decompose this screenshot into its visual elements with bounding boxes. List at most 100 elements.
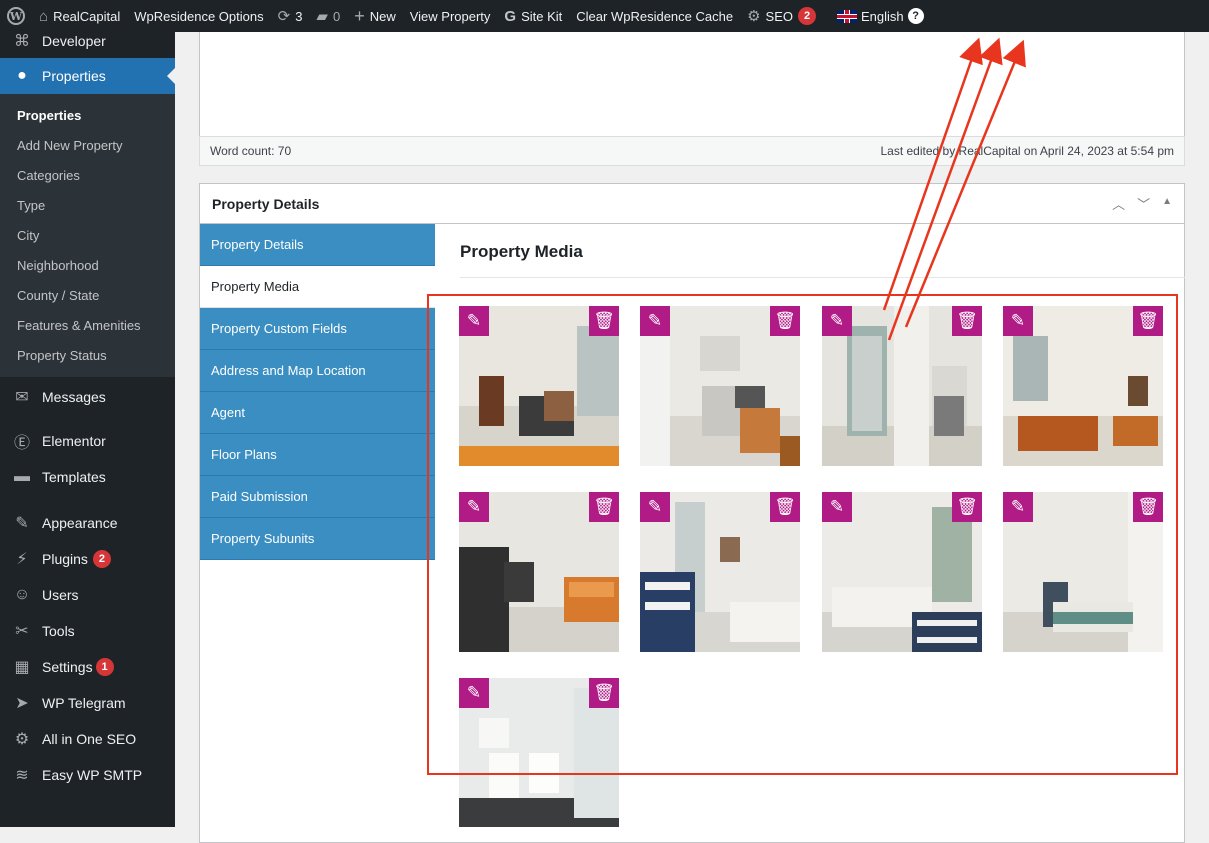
menu-users[interactable]: ☺ Users	[0, 577, 175, 613]
delete-image-button[interactable]: 🗑	[1133, 492, 1163, 522]
gallery-image[interactable]: ✎ 🗑	[640, 306, 800, 466]
clear-cache-link[interactable]: Clear WpResidence Cache	[569, 0, 740, 32]
tab-property-custom-fields[interactable]: Property Custom Fields	[200, 308, 435, 350]
tab-agent[interactable]: Agent	[200, 392, 435, 434]
gallery-image[interactable]: ✎ 🗑	[640, 492, 800, 652]
submenu-type[interactable]: Type	[0, 191, 175, 221]
edit-image-button[interactable]: ✎	[459, 678, 489, 708]
trash-icon: 🗑	[1137, 497, 1159, 516]
submenu-city[interactable]: City	[0, 221, 175, 251]
menu-tools-label: Tools	[42, 623, 75, 639]
delete-image-button[interactable]: 🗑	[589, 678, 619, 708]
menu-easy-wp-smtp[interactable]: ≋ Easy WP SMTP	[0, 757, 175, 793]
wp-logo-menu[interactable]: W	[0, 0, 32, 32]
seo-menu[interactable]: ⚙ SEO 2	[740, 0, 823, 32]
wpresidence-options-link[interactable]: WpResidence Options	[127, 0, 270, 32]
menu-developer[interactable]: ⌘ Developer	[0, 30, 175, 52]
tab-paid-submission[interactable]: Paid Submission	[200, 476, 435, 518]
metabox-controls: ︿ ﹀ ▲	[1112, 194, 1172, 213]
menu-aioseo[interactable]: ⚙ All in One SEO	[0, 721, 175, 757]
user-icon: ☺	[13, 586, 31, 603]
updates-link[interactable]: ⟳ 3	[271, 0, 310, 32]
telegram-icon: ➤	[15, 695, 29, 712]
seo-badge: 2	[798, 7, 816, 25]
edit-image-button[interactable]: ✎	[1003, 492, 1033, 522]
delete-image-button[interactable]: 🗑	[770, 306, 800, 336]
collapse-icon[interactable]: ▲	[1162, 196, 1172, 213]
wpresidence-options-label: WpResidence Options	[134, 8, 264, 24]
gallery-image[interactable]: ✎ 🗑	[822, 306, 982, 466]
submenu-neighborhood[interactable]: Neighborhood	[0, 251, 175, 281]
metabox-header: Property Details ︿ ﹀ ▲	[200, 184, 1184, 224]
delete-image-button[interactable]: 🗑	[952, 306, 982, 336]
delete-image-button[interactable]: 🗑	[589, 492, 619, 522]
edit-image-button[interactable]: ✎	[459, 306, 489, 336]
delete-image-button[interactable]: 🗑	[1133, 306, 1163, 336]
submenu-features-amenities[interactable]: Features & Amenities	[0, 311, 175, 341]
menu-templates[interactable]: ▬ Templates	[0, 459, 175, 495]
gallery-image[interactable]: ✎ 🗑	[1003, 492, 1163, 652]
site-kit-label: Site Kit	[521, 8, 563, 24]
submenu-property-status[interactable]: Property Status	[0, 341, 175, 371]
menu-properties[interactable]: ● Properties	[0, 58, 175, 94]
delete-image-button[interactable]: 🗑	[589, 306, 619, 336]
menu-messages[interactable]: ✉ Messages	[0, 379, 175, 415]
aioseo-icon: ⚙	[747, 8, 761, 25]
menu-plugins[interactable]: ⚡ Plugins 2	[0, 541, 175, 577]
word-count: Word count: 70	[210, 144, 292, 158]
move-down-icon[interactable]: ﹀	[1137, 194, 1150, 213]
menu-elementor[interactable]: Ⓔ Elementor	[0, 423, 175, 459]
pencil-icon: ✎	[647, 497, 663, 516]
submenu-add-new-property[interactable]: Add New Property	[0, 131, 175, 161]
gallery-image[interactable]: ✎ 🗑	[1003, 306, 1163, 466]
google-g-icon: G	[504, 7, 517, 25]
menu-settings[interactable]: ▦ Settings 1	[0, 649, 175, 685]
developer-icon: ⌘	[14, 33, 30, 50]
delete-image-button[interactable]: 🗑	[952, 492, 982, 522]
menu-wp-telegram-label: WP Telegram	[42, 695, 126, 711]
help-icon[interactable]: ?	[907, 8, 924, 24]
tab-property-details[interactable]: Property Details	[200, 224, 435, 266]
comments-link[interactable]: ▰ 0	[309, 0, 347, 32]
trash-icon: 🗑	[1137, 311, 1159, 330]
delete-image-button[interactable]: 🗑	[770, 492, 800, 522]
gallery-image[interactable]: ✎ 🗑	[822, 492, 982, 652]
edit-image-button[interactable]: ✎	[822, 306, 852, 336]
seo-label: SEO	[765, 8, 793, 24]
edit-image-button[interactable]: ✎	[459, 492, 489, 522]
language-menu[interactable]: English ?	[823, 0, 931, 32]
menu-wp-telegram[interactable]: ➤ WP Telegram	[0, 685, 175, 721]
edit-image-button[interactable]: ✎	[640, 306, 670, 336]
menu-developer-label: Developer	[42, 33, 106, 49]
menu-appearance-label: Appearance	[42, 515, 118, 531]
pencil-icon: ✎	[466, 497, 482, 516]
move-up-icon[interactable]: ︿	[1112, 194, 1125, 213]
property-media-panel: Property Media	[460, 224, 1186, 278]
edit-image-button[interactable]: ✎	[822, 492, 852, 522]
gallery-image[interactable]: ✎ 🗑	[459, 306, 619, 466]
new-content-menu[interactable]: + New	[347, 0, 403, 32]
submenu-categories[interactable]: Categories	[0, 161, 175, 191]
site-name-menu[interactable]: ⌂ RealCapital	[32, 0, 127, 32]
trash-icon: 🗑	[593, 311, 615, 330]
pencil-icon: ✎	[1010, 497, 1026, 516]
submenu-county-state[interactable]: County / State	[0, 281, 175, 311]
menu-tools[interactable]: ✂ Tools	[0, 613, 175, 649]
view-property-link[interactable]: View Property	[403, 0, 498, 32]
gallery-image[interactable]: ✎ 🗑	[459, 492, 619, 652]
tab-address-map-location[interactable]: Address and Map Location	[200, 350, 435, 392]
paintbrush-icon: ✎	[15, 515, 29, 532]
menu-messages-label: Messages	[42, 389, 106, 405]
gallery-image[interactable]: ✎ 🗑	[459, 678, 619, 827]
tab-property-media[interactable]: Property Media	[200, 266, 435, 308]
tab-floor-plans[interactable]: Floor Plans	[200, 434, 435, 476]
edit-image-button[interactable]: ✎	[640, 492, 670, 522]
tab-property-subunits[interactable]: Property Subunits	[200, 518, 435, 560]
edit-image-button[interactable]: ✎	[1003, 306, 1033, 336]
submenu-properties[interactable]: Properties	[0, 101, 175, 131]
plus-icon: +	[354, 5, 365, 26]
menu-appearance[interactable]: ✎ Appearance	[0, 505, 175, 541]
elementor-icon: Ⓔ	[13, 435, 30, 452]
site-kit-link[interactable]: G Site Kit	[497, 0, 569, 32]
comments-count: 0	[332, 8, 341, 24]
